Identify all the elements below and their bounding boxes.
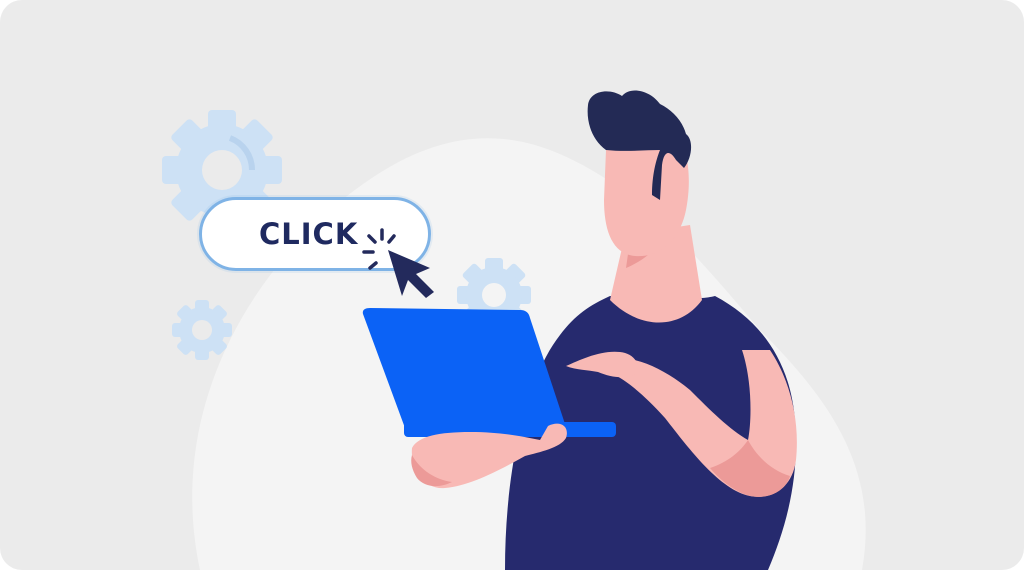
click-button[interactable]: CLICK: [199, 197, 431, 271]
person-ear: [660, 174, 680, 202]
gear-icon-small: [172, 300, 232, 360]
click-button-label: CLICK: [259, 217, 359, 251]
illustration-scene: [162, 90, 866, 570]
illustration-card: CLICK: [0, 0, 1024, 570]
